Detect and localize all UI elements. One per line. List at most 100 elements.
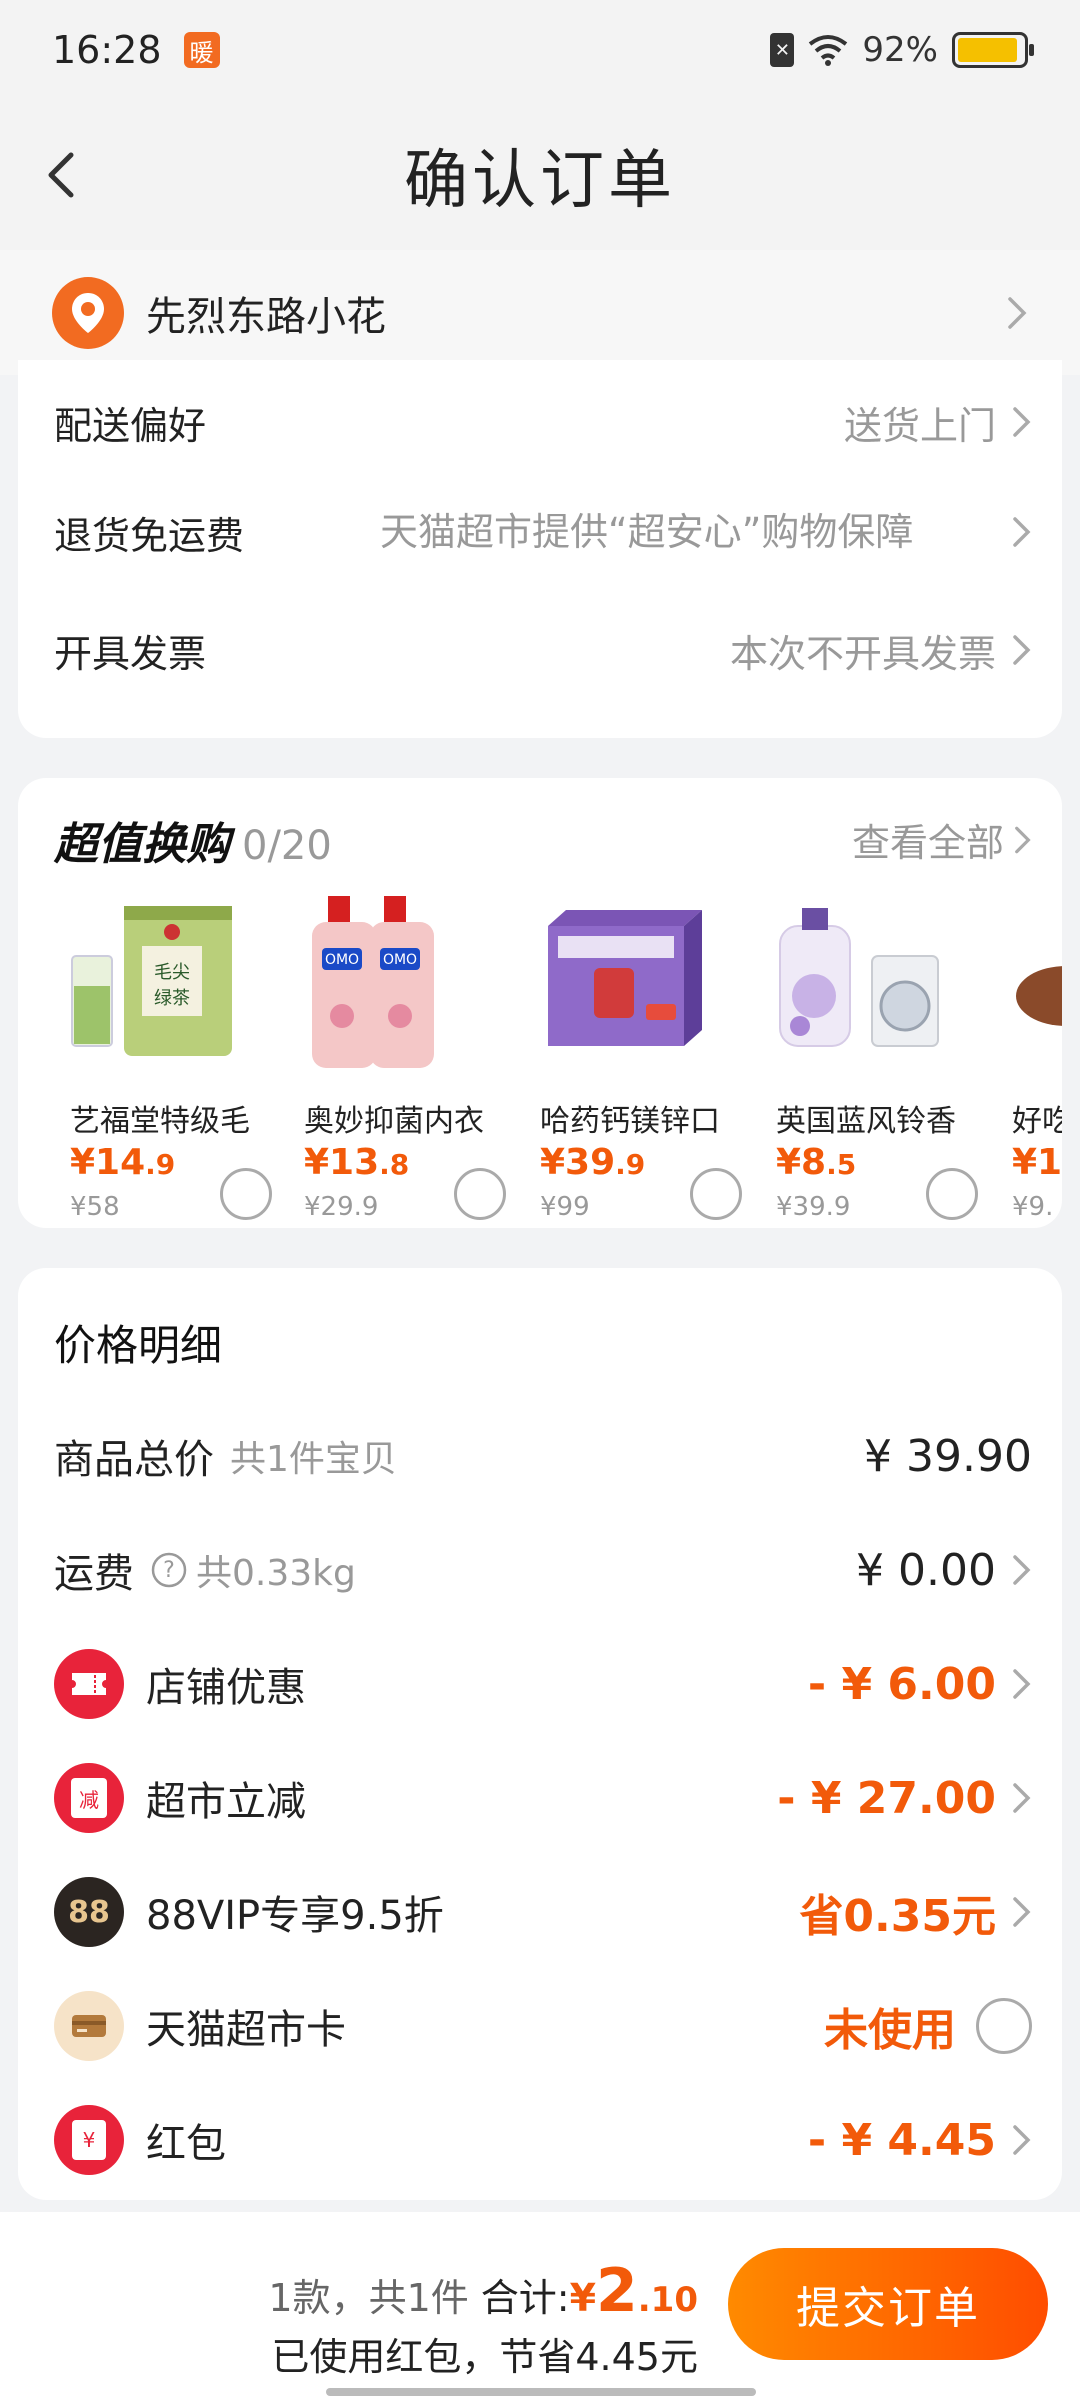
swap-count: 0/20: [242, 823, 332, 869]
price-int: ¥13: [304, 1142, 380, 1183]
product-price: ¥14.9: [70, 1142, 175, 1183]
total-line: 1款，共1件 合计: ¥ 2 .10: [268, 2256, 698, 2326]
status-time: 16:28: [52, 28, 162, 72]
vip-discount-row[interactable]: 88 88VIP专享9.5折 省0.35元: [54, 1872, 1032, 1952]
battery-percent: 92%: [862, 30, 938, 70]
total-amount-dec: .10: [637, 2280, 698, 2320]
svg-text:?: ?: [163, 1558, 175, 1583]
card-wallet-icon: [54, 1991, 124, 2061]
swap-product[interactable]: 英国蓝风铃香 ¥8.5 ¥39.9: [760, 896, 978, 1222]
swap-header: 超值换购 0/20: [54, 808, 332, 872]
view-all-link[interactable]: 查看全部: [852, 812, 1032, 867]
coupon-ticket-icon: [54, 1649, 124, 1719]
swap-product[interactable]: 好吃 ¥1 ¥9.: [996, 896, 1062, 1216]
store-discount-row[interactable]: 店铺优惠 - ¥ 6.00: [54, 1644, 1032, 1724]
battery-icon: [952, 32, 1034, 68]
view-all-label: 查看全部: [851, 821, 1004, 865]
product-price: ¥13.8: [304, 1142, 409, 1183]
checkout-bar: 1款，共1件 合计: ¥ 2 .10 已使用红包，节省4.45元 提交订单: [0, 2212, 1080, 2400]
shipping-label: 运费: [54, 1551, 134, 1597]
sim-icon: ✕: [770, 33, 795, 67]
fragrance-detergent-image: [770, 896, 950, 1076]
delivery-preference-row[interactable]: 配送偏好 送货上门: [54, 382, 1032, 462]
item-count: 1款，共1件: [268, 2276, 469, 2320]
product-select-radio[interactable]: [220, 1168, 272, 1220]
total-label: 合计:: [480, 2276, 570, 2320]
price-int: ¥1: [1012, 1142, 1062, 1183]
help-question-icon[interactable]: ?: [150, 1551, 188, 1589]
swap-product[interactable]: 毛尖 绿茶 艺福堂特级毛 ¥14.9 ¥58: [54, 896, 272, 1222]
shipping-value: ¥ 0.00: [856, 1544, 996, 1596]
address-name: 先烈东路小花: [146, 293, 386, 340]
vip-label: 88VIP专享9.5折: [146, 1893, 444, 1939]
svg-text:毛尖: 毛尖: [154, 962, 190, 983]
laundry-soap-image: OMO OMO: [298, 896, 478, 1076]
total-amount-int: 2: [596, 2256, 638, 2326]
product-name: 英国蓝风铃香: [776, 1104, 956, 1139]
product-select-radio[interactable]: [690, 1168, 742, 1220]
market-card-label: 天猫超市卡: [146, 2007, 346, 2053]
submit-order-button[interactable]: 提交订单: [728, 2248, 1048, 2360]
chevron-right-icon: [1015, 826, 1031, 853]
vip-88-icon: 88: [54, 1877, 124, 1947]
svg-text:OMO: OMO: [383, 952, 417, 968]
swap-product[interactable]: OMO OMO 奥妙抑菌内衣 ¥13.8 ¥29.9: [288, 896, 506, 1222]
address-row[interactable]: 先烈东路小花: [0, 250, 1080, 375]
page-title: 确认订单: [404, 144, 676, 218]
swap-title: 超值换购: [54, 819, 230, 870]
status-right: ✕ 92%: [770, 30, 1034, 70]
reduce-badge: 减: [71, 1778, 107, 1818]
market-discount-row[interactable]: 减 超市立减 - ¥ 27.00: [54, 1758, 1032, 1838]
product-select-radio[interactable]: [454, 1168, 506, 1220]
product-name: 艺福堂特级毛: [70, 1104, 250, 1139]
product-original-price: ¥39.9: [776, 1192, 851, 1222]
back-button[interactable]: [40, 150, 80, 200]
option-value: 本次不开具发票: [729, 631, 996, 676]
shipping-weight: 共0.33kg: [196, 1553, 356, 1594]
back-arrow-icon: [48, 152, 74, 198]
chevron-right-icon: [1013, 2125, 1031, 2155]
location-pin-icon: [52, 276, 124, 349]
vip-value: 省0.35元: [799, 1891, 996, 1942]
price-dec: .5: [826, 1148, 857, 1181]
battery-level: [958, 38, 1017, 62]
product-original-price: ¥58: [70, 1192, 120, 1222]
swap-product[interactable]: 哈药钙镁锌口 ¥39.9 ¥99: [524, 896, 742, 1222]
chevron-right-icon: [1013, 635, 1031, 665]
price-dec: .9: [615, 1148, 646, 1181]
goods-total-label: 商品总价: [54, 1437, 214, 1483]
svg-text:OMO: OMO: [325, 952, 359, 968]
chevron-right-icon: [1013, 1897, 1031, 1927]
market-discount-label: 超市立减: [146, 1779, 306, 1825]
goods-total-sub: 共1件宝贝: [230, 1439, 397, 1480]
red-packet-badge: ¥: [72, 2120, 106, 2160]
free-return-row[interactable]: 退货免运费 天猫超市提供“超安心”购物保障: [54, 478, 1032, 586]
app-notification-icon: 暖: [183, 32, 220, 68]
shipping-row[interactable]: 运费 ? 共0.33kg ¥ 0.00: [54, 1530, 1032, 1610]
option-value: 天猫超市提供“超安心”购物保障: [380, 510, 914, 554]
discount-reduce-icon: 减: [54, 1763, 124, 1833]
market-card-row[interactable]: 天猫超市卡 未使用: [54, 1986, 1032, 2066]
market-card-value: 未使用: [824, 2005, 956, 2056]
home-indicator[interactable]: [326, 2388, 756, 2396]
option-label: 开具发票: [54, 631, 207, 676]
status-bar: 16:28 暖 ✕ 92%: [0, 0, 1080, 100]
wifi-icon: [809, 35, 848, 66]
price-int: ¥39: [540, 1142, 616, 1183]
chevron-right-icon: [1013, 407, 1031, 437]
product-original-price: ¥9.: [1012, 1192, 1054, 1216]
saved-text: 已使用红包，节省4.45元: [271, 2335, 698, 2379]
product-name: 奥妙抑菌内衣: [304, 1104, 484, 1139]
vip-88-text: 88: [68, 1894, 110, 1930]
invoice-row[interactable]: 开具发票 本次不开具发票: [54, 610, 1032, 690]
store-discount-value: - ¥ 6.00: [807, 1658, 996, 1710]
nav-bar: 确认订单: [0, 100, 1080, 250]
red-packet-row[interactable]: ¥ 红包 - ¥ 4.45: [54, 2100, 1032, 2180]
product-select-radio[interactable]: [926, 1168, 978, 1220]
chevron-right-icon: [1013, 1783, 1031, 1813]
red-packet-label: 红包: [146, 2121, 226, 2167]
product-price: ¥8.5: [776, 1142, 856, 1183]
market-card-radio[interactable]: [976, 1998, 1032, 2054]
red-packet-icon: ¥: [54, 2105, 124, 2175]
price-int: ¥14: [70, 1142, 146, 1183]
